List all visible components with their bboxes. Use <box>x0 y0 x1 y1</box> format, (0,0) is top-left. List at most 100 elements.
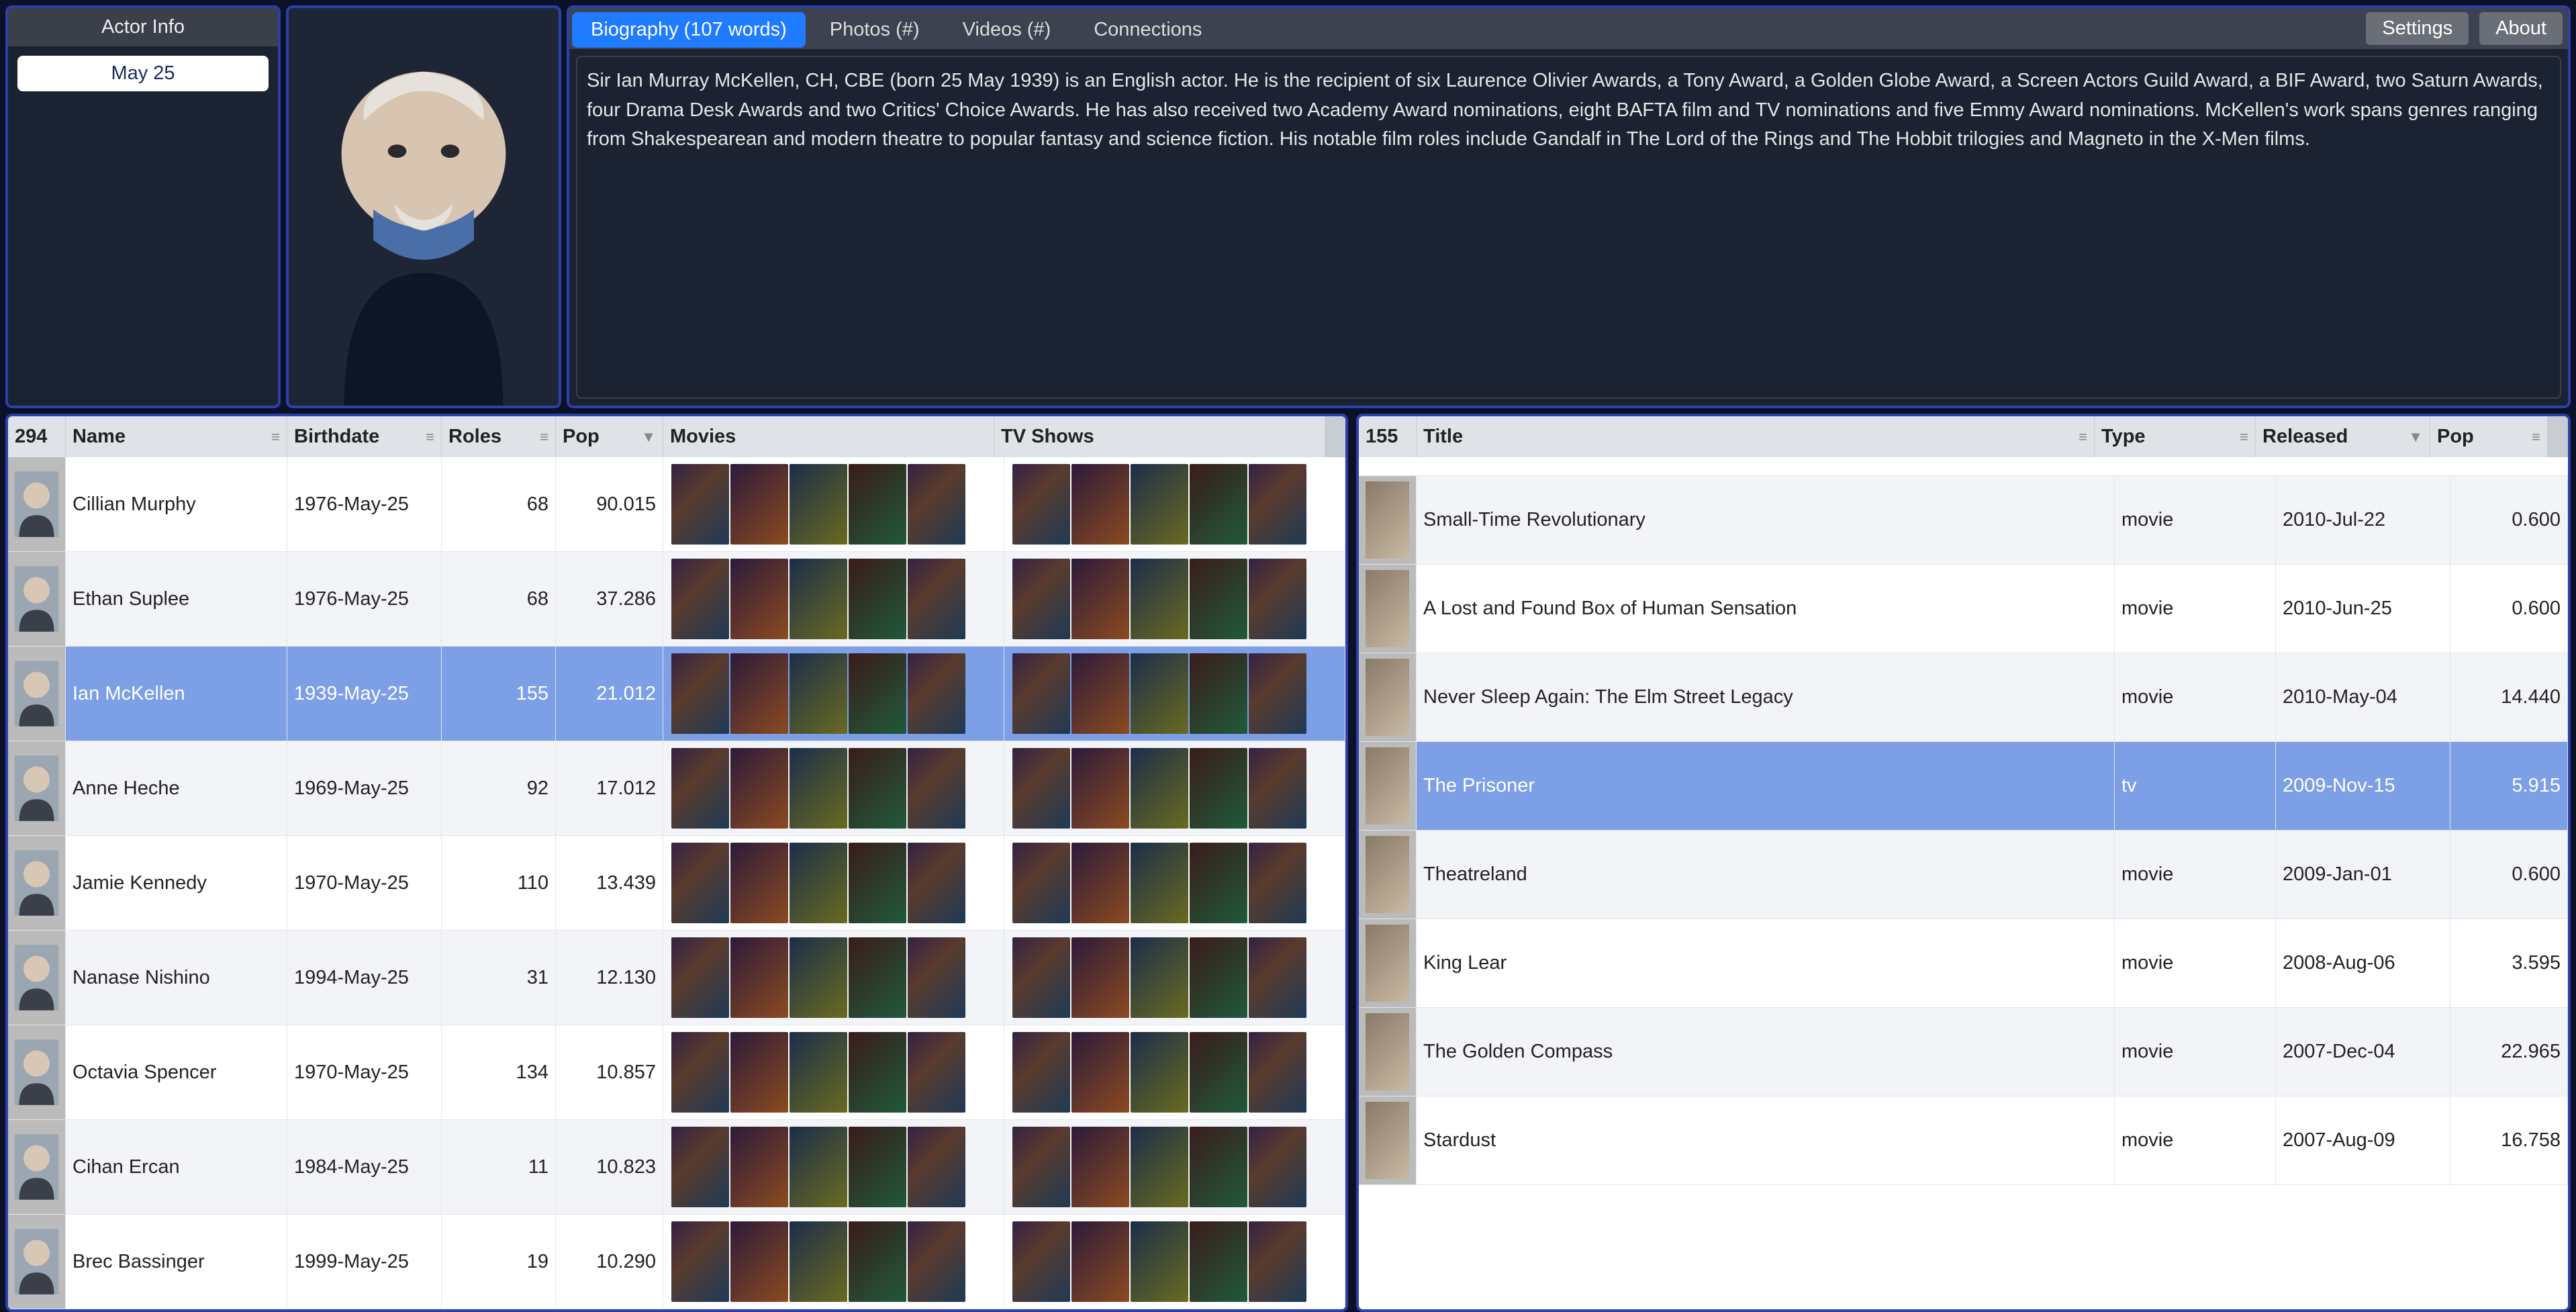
actor-avatar <box>8 1120 66 1214</box>
column-header-title[interactable]: Title≡ <box>1417 416 2095 457</box>
actor-avatar <box>8 741 66 835</box>
title-poster <box>1359 476 1417 564</box>
actors-count-header[interactable]: 294 <box>8 416 66 457</box>
actor-birthdate: 1970-May-25 <box>287 1025 442 1119</box>
title-type: movie <box>2115 1096 2276 1184</box>
actor-row[interactable]: Anne Heche1969-May-259217.012 <box>8 741 1345 836</box>
actor-birthdate: 1999-May-25 <box>287 1215 442 1309</box>
tab-2[interactable]: Videos (#) <box>944 12 1070 48</box>
actor-row[interactable]: Ethan Suplee1976-May-256837.286 <box>8 552 1345 647</box>
column-header-type[interactable]: Type≡ <box>2095 416 2256 457</box>
actor-tv-strip <box>1004 457 1345 551</box>
titles-table: 155 Title≡ Type≡ Released▼ Pop≡ Small-Ti… <box>1356 414 2571 1312</box>
column-header-name[interactable]: Name≡ <box>66 416 287 457</box>
column-header-released[interactable]: Released▼ <box>2256 416 2430 457</box>
actor-info-panel: Actor Info May 25 <box>5 5 281 408</box>
actor-pop: 90.015 <box>556 457 663 551</box>
actor-row[interactable]: Nanase Nishino1994-May-253112.130 <box>8 931 1345 1025</box>
actor-name: Jamie Kennedy <box>66 836 287 930</box>
title-row[interactable]: Stardustmovie2007-Aug-0916.758 <box>1359 1096 2568 1185</box>
title-poster <box>1359 653 1417 741</box>
title-row[interactable]: Never Sleep Again: The Elm Street Legacy… <box>1359 653 2568 742</box>
actor-movies-strip <box>663 741 1004 835</box>
title-row[interactable] <box>1359 457 2568 476</box>
column-header-roles[interactable]: Roles≡ <box>442 416 556 457</box>
actor-birthdate: 1976-May-25 <box>287 457 442 551</box>
actor-movies-strip <box>663 457 1004 551</box>
title-pop: 22.965 <box>2450 1008 2568 1096</box>
column-header-tvshows[interactable]: TV Shows <box>994 416 1325 457</box>
title-pop: 16.758 <box>2450 1096 2568 1184</box>
actor-tv-strip <box>1004 1215 1345 1309</box>
actor-row[interactable]: Cihan Ercan1984-May-251110.823 <box>8 1120 1345 1215</box>
actor-movies-strip <box>663 931 1004 1025</box>
tab-1[interactable]: Photos (#) <box>811 12 939 48</box>
actor-row[interactable]: Cillian Murphy1976-May-256890.015 <box>8 457 1345 552</box>
title-row[interactable]: King Learmovie2008-Aug-063.595 <box>1359 919 2568 1008</box>
title-released: 2008-Aug-06 <box>2276 919 2450 1007</box>
title-name: The Prisoner <box>1417 742 2115 830</box>
actor-movies-strip <box>663 647 1004 741</box>
actor-birthdate: 1984-May-25 <box>287 1120 442 1214</box>
title-name: Small-Time Revolutionary <box>1417 476 2115 564</box>
title-released: 2010-Jul-22 <box>2276 476 2450 564</box>
titles-table-body[interactable]: Small-Time Revolutionarymovie2010-Jul-22… <box>1359 457 2568 1309</box>
actor-name: Cillian Murphy <box>66 457 287 551</box>
actor-birthdate: 1994-May-25 <box>287 931 442 1025</box>
title-type: movie <box>2115 476 2276 564</box>
sort-icon: ≡ <box>540 428 548 446</box>
title-pop: 14.440 <box>2450 653 2568 741</box>
title-type: movie <box>2115 831 2276 919</box>
column-header-pop[interactable]: Pop≡ <box>2430 416 2548 457</box>
actor-pop: 10.857 <box>556 1025 663 1119</box>
title-pop: 3.595 <box>2450 919 2568 1007</box>
actors-table-body[interactable]: Cillian Murphy1976-May-256890.015Ethan S… <box>8 457 1345 1309</box>
title-poster <box>1359 1008 1417 1096</box>
actor-avatar <box>8 457 66 551</box>
actor-tv-strip <box>1004 836 1345 930</box>
actor-avatar <box>8 931 66 1025</box>
tab-3[interactable]: Connections <box>1075 12 1221 48</box>
actor-name: Anne Heche <box>66 741 287 835</box>
actor-name: Octavia Spencer <box>66 1025 287 1119</box>
actor-name: Ian McKellen <box>66 647 287 741</box>
title-type: movie <box>2115 565 2276 653</box>
title-row[interactable]: Small-Time Revolutionarymovie2010-Jul-22… <box>1359 476 2568 565</box>
actor-tv-strip <box>1004 552 1345 646</box>
title-row[interactable]: The Golden Compassmovie2007-Dec-0422.965 <box>1359 1008 2568 1096</box>
title-released: 2010-May-04 <box>2276 653 2450 741</box>
portrait-placeholder-icon <box>289 8 559 406</box>
column-header-birthdate[interactable]: Birthdate≡ <box>287 416 442 457</box>
column-header-movies[interactable]: Movies <box>663 416 994 457</box>
actor-row[interactable]: Brec Bassinger1999-May-251910.290 <box>8 1215 1345 1309</box>
actor-row[interactable]: Jamie Kennedy1970-May-2511013.439 <box>8 836 1345 931</box>
title-name: Theatreland <box>1417 831 2115 919</box>
title-row[interactable]: A Lost and Found Box of Human Sensationm… <box>1359 565 2568 653</box>
actor-pop: 12.130 <box>556 931 663 1025</box>
titles-count-header[interactable]: 155 <box>1359 416 1417 457</box>
actor-avatar <box>8 1025 66 1119</box>
title-row[interactable]: Theatrelandmovie2009-Jan-010.600 <box>1359 831 2568 919</box>
title-type: movie <box>2115 1008 2276 1096</box>
actor-movies-strip <box>663 1120 1004 1214</box>
about-button[interactable]: About <box>2479 12 2563 45</box>
actor-movies-strip <box>663 836 1004 930</box>
actor-roles: 68 <box>442 457 556 551</box>
title-name: Stardust <box>1417 1096 2115 1184</box>
actor-row[interactable]: Ian McKellen1939-May-2515521.012 <box>8 647 1345 741</box>
actor-tv-strip <box>1004 741 1345 835</box>
date-chip[interactable]: May 25 <box>17 56 269 91</box>
title-released: 2009-Nov-15 <box>2276 742 2450 830</box>
column-header-pop[interactable]: Pop▼ <box>556 416 663 457</box>
actor-pop: 10.290 <box>556 1215 663 1309</box>
actor-name: Nanase Nishino <box>66 931 287 1025</box>
title-row[interactable]: The Prisonertv2009-Nov-155.915 <box>1359 742 2568 831</box>
sort-icon: ≡ <box>2532 428 2540 446</box>
title-type: movie <box>2115 919 2276 1007</box>
settings-button[interactable]: Settings <box>2366 12 2469 45</box>
actor-row[interactable]: Octavia Spencer1970-May-2513410.857 <box>8 1025 1345 1120</box>
tab-0[interactable]: Biography (107 words) <box>572 12 806 48</box>
actor-movies-strip <box>663 1025 1004 1119</box>
sort-desc-icon: ▼ <box>641 428 656 446</box>
actor-tv-strip <box>1004 1120 1345 1214</box>
